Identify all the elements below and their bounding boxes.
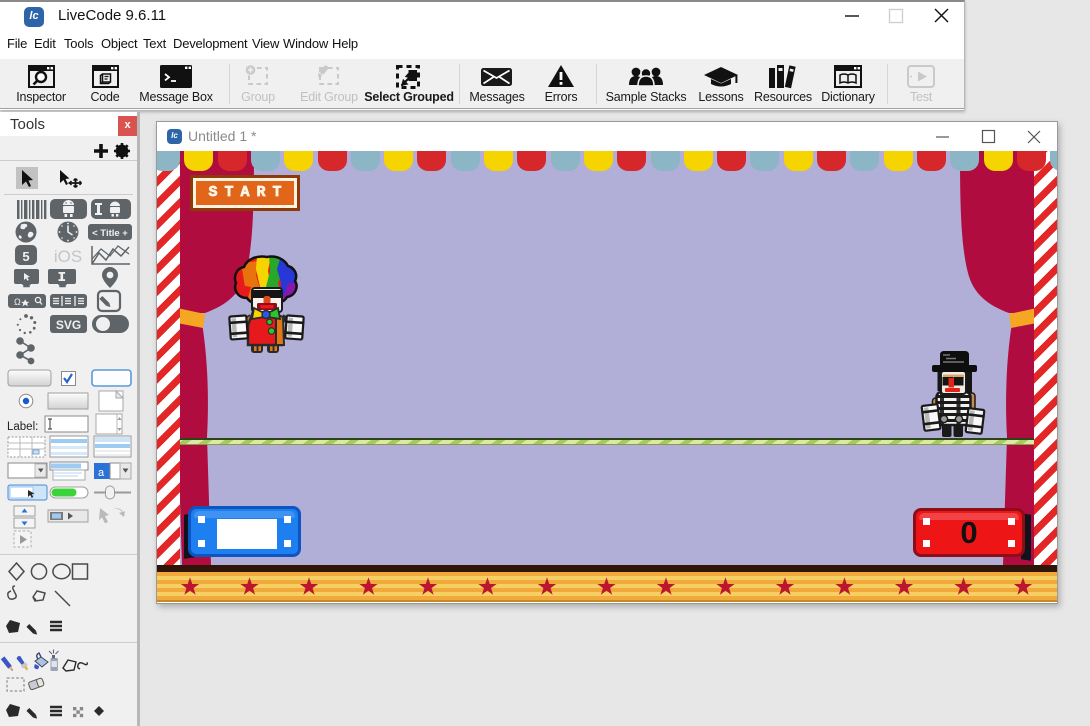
svg-text:5: 5 <box>22 249 29 264</box>
svg-text:Ω: Ω <box>14 297 21 307</box>
svg-text:Label:: Label: <box>7 421 38 433</box>
svg-text:a: a <box>98 467 105 479</box>
svg-text:SVG: SVG <box>56 318 81 332</box>
svg-text:< Title +: < Title + <box>92 228 128 239</box>
svg-text:iOS: iOS <box>54 247 82 266</box>
